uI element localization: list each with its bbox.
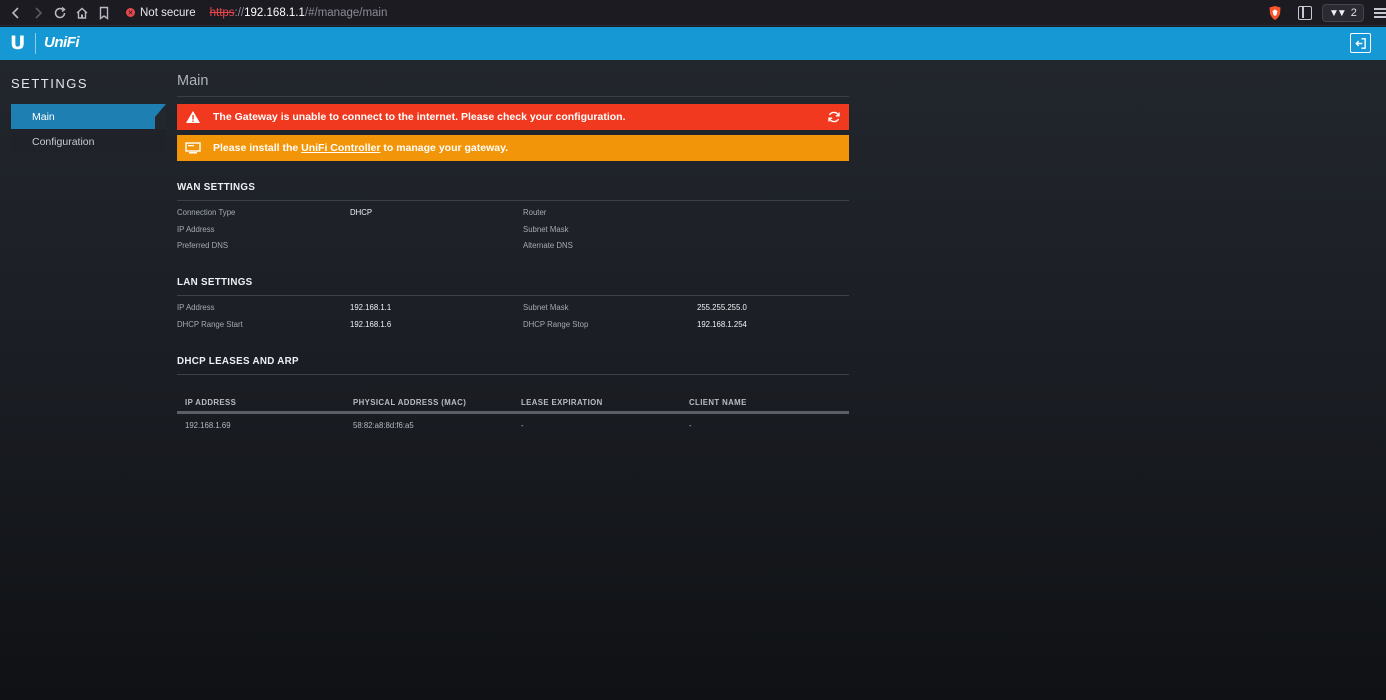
dhcp-leases-divider [177,374,849,375]
url-separator: :// [234,6,245,19]
warning-icon: ✕ [126,8,135,17]
brave-shield-icon[interactable] [1268,5,1282,21]
header-divider [35,33,36,54]
lan-range-start-value: 192.168.1.6 [350,320,392,329]
title-divider [177,96,849,97]
back-icon[interactable] [5,2,27,24]
page-title: Main [177,73,209,89]
wan-subnet-label: Subnet Mask [523,225,569,234]
sidebar-title: SETTINGS [11,76,89,91]
url-path: /#/manage/main [304,6,388,19]
unifi-controller-link[interactable]: UniFi Controller [301,142,380,154]
security-label: Not secure [140,6,196,19]
error-message: The Gateway is unable to connect to the … [213,111,626,123]
wan-connection-type-value: DHCP [350,208,373,217]
cell-mac: 58:82:a8:8d:f6:a5 [353,421,414,430]
url-protocol: https [209,6,235,19]
active-nav-notch [155,104,166,129]
lan-subnet-label: Subnet Mask [523,303,569,312]
cell-lease-expiration: - [521,421,524,430]
dhcp-leases-title: DHCP LEASES AND ARP [177,356,299,367]
extension-count: 2 [1350,7,1357,19]
sidebar-item-label: Configuration [32,135,95,148]
sidebar-item-main[interactable]: Main [11,104,166,129]
lan-range-stop-label: DHCP Range Stop [523,320,589,329]
install-controller-alert: Please install the UniFi Controller to m… [177,135,849,161]
lan-range-stop-value: 192.168.1.254 [697,320,747,329]
cell-client-name: - [689,421,692,430]
security-indicator[interactable]: ✕ Not secure [126,7,196,19]
lan-ip-value: 192.168.1.1 [350,303,392,312]
address-bar[interactable]: ✕ Not secure https://192.168.1.1/#/manag… [116,2,1266,23]
table-header-divider [177,411,849,414]
sidebar-item-configuration[interactable]: Configuration [11,129,166,154]
wan-connection-type-label: Connection Type [177,208,236,217]
lan-ip-label: IP Address [177,303,215,312]
browser-toolbar: ✕ Not secure https://192.168.1.1/#/manag… [0,0,1386,26]
warning-prefix: Please install the [213,142,302,154]
refresh-icon[interactable] [827,110,841,124]
warning-triangle-icon [185,110,201,124]
unifi-logo[interactable]: UniFi [44,34,80,51]
bookmark-icon[interactable] [93,2,115,24]
wan-settings-divider [177,200,849,201]
gateway-error-alert: The Gateway is unable to connect to the … [177,104,849,130]
wan-router-label: Router [523,208,547,217]
wan-ip-label: IP Address [177,225,215,234]
monitor-icon [185,141,201,155]
lan-range-start-label: DHCP Range Start [177,320,243,329]
app-header: U UniFi [0,27,1386,60]
hamburger-menu-icon[interactable] [1373,8,1386,18]
column-header-ip[interactable]: IP ADDRESS [185,398,236,407]
logout-icon [1355,37,1366,49]
wan-alternate-dns-label: Alternate DNS [523,241,573,250]
sidebar-nav: Main Configuration [11,104,166,154]
wallet-icon: ▼▼ [1329,7,1347,19]
extension-button[interactable]: ▼▼ 2 [1322,4,1364,22]
column-header-lease-expiration[interactable]: LEASE EXPIRATION [521,398,603,407]
wan-settings-title: WAN SETTINGS [177,182,256,193]
url-host: 192.168.1.1 [244,6,305,19]
forward-icon[interactable] [27,2,49,24]
home-icon[interactable] [71,2,93,24]
url-text: https://192.168.1.1/#/manage/main [210,7,388,19]
lan-subnet-value: 255.255.255.0 [697,303,747,312]
logout-button[interactable] [1350,33,1371,53]
lan-settings-divider [177,295,849,296]
sidebar-toggle-icon[interactable] [1298,6,1312,20]
reload-icon[interactable] [49,2,71,24]
cell-ip: 192.168.1.69 [185,421,231,430]
ubiquiti-logo[interactable]: U [10,34,26,53]
lan-settings-title: LAN SETTINGS [177,277,253,288]
column-header-client-name[interactable]: CLIENT NAME [689,398,747,407]
column-header-mac[interactable]: PHYSICAL ADDRESS (MAC) [353,398,466,407]
warning-suffix: to manage your gateway. [380,142,509,154]
wan-preferred-dns-label: Preferred DNS [177,241,229,250]
sidebar-item-label: Main [32,110,55,123]
